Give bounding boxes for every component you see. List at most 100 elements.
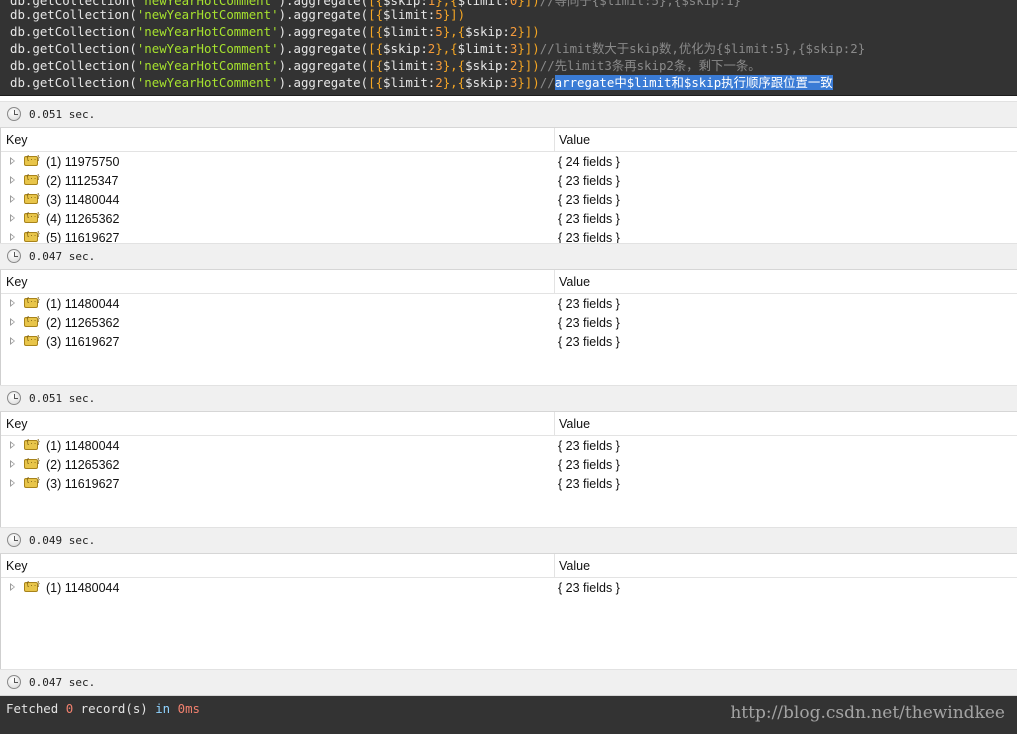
expand-arrow-icon[interactable] xyxy=(10,583,15,591)
column-header-key[interactable]: Key xyxy=(6,417,28,431)
row-key: (5) 11619627 xyxy=(46,231,120,243)
table-row[interactable]: (4) 11265362 { 23 fields } xyxy=(0,209,1017,228)
row-value: { 23 fields } xyxy=(558,458,620,472)
code-token: $skip: xyxy=(383,41,428,56)
row-key: (2) 11265362 xyxy=(46,316,120,330)
table-row[interactable]: (1) 11480044 { 23 fields } xyxy=(0,436,1017,455)
code-token: 5 xyxy=(435,7,443,22)
code-line-1[interactable]: db.getCollection('newYearHotComment').ag… xyxy=(10,6,465,23)
timing-bar: 0.051 sec. xyxy=(0,101,1017,128)
column-header-value[interactable]: Value xyxy=(559,559,590,573)
row-value: { 23 fields } xyxy=(558,477,620,491)
table-row[interactable]: (1) 11480044 { 23 fields } xyxy=(0,294,1017,313)
fetched-label: Fetched xyxy=(6,701,66,716)
expand-arrow-icon[interactable] xyxy=(10,460,15,468)
code-token: db.getCollection( xyxy=(10,7,137,22)
result-panel-1[interactable]: Key Value (1) 11975750 { 24 fields } (2)… xyxy=(0,128,1017,243)
output-pane[interactable]: Fetched 0 record(s) in 0ms http://blog.c… xyxy=(0,696,1017,734)
code-token: $limit: xyxy=(457,0,510,8)
row-value: { 23 fields } xyxy=(558,193,620,207)
table-row[interactable]: (2) 11125347 { 23 fields } xyxy=(0,171,1017,190)
row-value: { 23 fields } xyxy=(558,297,620,311)
column-header-value[interactable]: Value xyxy=(559,275,590,289)
table-row[interactable]: (3) 11480044 { 23 fields } xyxy=(0,190,1017,209)
table-row[interactable]: (3) 11619627 { 23 fields } xyxy=(0,332,1017,351)
result-panel-2[interactable]: Key Value (1) 11480044 { 23 fields } (2)… xyxy=(0,270,1017,385)
code-token: ).aggregate( xyxy=(278,24,369,39)
table-row[interactable]: (2) 11265362 { 23 fields } xyxy=(0,313,1017,332)
column-header-key[interactable]: Key xyxy=(6,559,28,573)
code-token: },{ xyxy=(435,41,458,56)
code-token: db.getCollection( xyxy=(10,75,137,90)
row-key: (3) 11619627 xyxy=(46,477,120,491)
records-label: record(s) xyxy=(73,701,156,716)
table-row[interactable]: (1) 11975750 { 24 fields } xyxy=(0,152,1017,171)
result-panel-3[interactable]: Key Value (1) 11480044 { 23 fields } (2)… xyxy=(0,412,1017,527)
row-value: { 23 fields } xyxy=(558,174,620,188)
table-row[interactable]: (1) 11480044 { 23 fields } xyxy=(0,578,1017,597)
expand-arrow-icon[interactable] xyxy=(10,479,15,487)
row-value: { 24 fields } xyxy=(558,155,620,169)
code-token: ).aggregate( xyxy=(278,7,369,22)
code-line-2[interactable]: db.getCollection('newYearHotComment').ag… xyxy=(10,23,540,40)
code-token: ).aggregate( xyxy=(278,58,369,73)
expand-arrow-icon[interactable] xyxy=(10,299,15,307)
document-icon xyxy=(24,174,40,185)
code-token: $skip: xyxy=(465,75,510,90)
row-key: (1) 11480044 xyxy=(46,297,120,311)
code-token: 3 xyxy=(435,58,443,73)
fetch-time: 0ms xyxy=(177,701,200,716)
table-row[interactable]: (5) 11619627 { 23 fields } xyxy=(0,228,1017,243)
code-token: ).aggregate( xyxy=(278,75,369,90)
execution-time: 0.051 sec. xyxy=(29,392,96,405)
row-key: (2) 11125347 xyxy=(46,174,119,188)
code-token: $limit: xyxy=(383,58,436,73)
code-token: }]) xyxy=(517,58,540,73)
document-icon xyxy=(24,297,40,308)
query-editor[interactable]: db.getCollection('newYearHotComment').ag… xyxy=(0,0,1017,96)
expand-arrow-icon[interactable] xyxy=(10,176,15,184)
expand-arrow-icon[interactable] xyxy=(10,318,15,326)
clock-icon xyxy=(7,107,21,121)
expand-arrow-icon[interactable] xyxy=(10,233,15,241)
expand-arrow-icon[interactable] xyxy=(10,195,15,203)
code-token: [{ xyxy=(368,24,384,39)
code-token: $skip: xyxy=(465,58,510,73)
code-token: [{ xyxy=(368,7,384,22)
table-row[interactable]: (3) 11619627 { 23 fields } xyxy=(0,474,1017,493)
row-value: { 23 fields } xyxy=(558,439,620,453)
column-header-key[interactable]: Key xyxy=(6,133,28,147)
in-label: in xyxy=(155,701,178,716)
document-icon xyxy=(24,335,40,346)
code-token: }]) xyxy=(517,41,540,56)
execution-time: 0.047 sec. xyxy=(29,250,96,263)
code-token: [{ xyxy=(368,75,384,90)
code-line-4[interactable]: db.getCollection('newYearHotComment').ag… xyxy=(10,57,761,74)
row-key: (2) 11265362 xyxy=(46,458,120,472)
fetch-status: Fetched 0 record(s) in 0ms xyxy=(6,701,200,716)
result-panel-4[interactable]: Key Value (1) 11480044 { 23 fields } xyxy=(0,554,1017,669)
expand-arrow-icon[interactable] xyxy=(10,441,15,449)
column-divider[interactable] xyxy=(554,270,555,293)
expand-arrow-icon[interactable] xyxy=(10,214,15,222)
table-row[interactable]: (2) 11265362 { 23 fields } xyxy=(0,455,1017,474)
code-line-5[interactable]: db.getCollection('newYearHotComment').ag… xyxy=(10,74,833,91)
row-value: { 23 fields } xyxy=(558,335,620,349)
expand-arrow-icon[interactable] xyxy=(10,157,15,165)
timing-bar: 0.051 sec. xyxy=(0,385,1017,412)
column-divider[interactable] xyxy=(554,128,555,151)
watermark: http://blog.csdn.net/thewindkee xyxy=(730,703,1005,723)
column-header-key[interactable]: Key xyxy=(6,275,28,289)
column-header-value[interactable]: Value xyxy=(559,133,590,147)
column-divider[interactable] xyxy=(554,554,555,577)
row-key: (4) 11265362 xyxy=(46,212,120,226)
row-value: { 23 fields } xyxy=(558,212,620,226)
column-divider[interactable] xyxy=(554,412,555,435)
expand-arrow-icon[interactable] xyxy=(10,337,15,345)
clock-icon xyxy=(7,249,21,263)
selected-text[interactable]: arregate中$limit和$skip执行顺序跟位置一致 xyxy=(554,75,833,90)
row-value: { 23 fields } xyxy=(558,581,620,595)
code-line-3[interactable]: db.getCollection('newYearHotComment').ag… xyxy=(10,40,865,57)
code-token: 2 xyxy=(435,75,443,90)
column-header-value[interactable]: Value xyxy=(559,417,590,431)
